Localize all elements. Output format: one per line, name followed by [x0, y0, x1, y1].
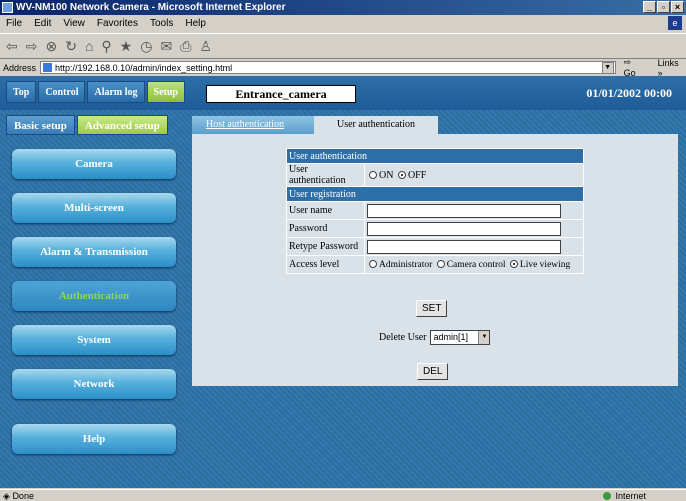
back-icon[interactable]: ⇦ [6, 38, 18, 55]
section-user-authentication: User authentication [286, 148, 584, 164]
window-title: WV-NM100 Network Camera - Microsoft Inte… [16, 2, 286, 13]
administrator-label: Administrator [379, 259, 433, 270]
setup-sidebar: Basic setup Advanced setup Camera Multi-… [0, 110, 186, 488]
delete-user-row: Delete User admin[1] ▼ [379, 330, 491, 345]
radio-auth-off[interactable] [397, 170, 406, 179]
user-auth-panel: User authentication User authentication … [192, 134, 678, 386]
camera-name: Entrance_camera [206, 85, 356, 103]
settings-pane: Host authentication User authentication … [186, 110, 686, 488]
links-button[interactable]: Links » [658, 58, 686, 78]
tab-host-authentication[interactable]: Host authentication [192, 116, 314, 134]
auth-off-label: OFF [407, 169, 427, 181]
search-icon[interactable]: ⚲ [101, 38, 111, 55]
security-zone: Internet [601, 490, 646, 501]
forward-icon[interactable]: ⇨ [26, 38, 38, 55]
tab-basic-setup[interactable]: Basic setup [6, 115, 75, 135]
address-bar: Address http://192.168.0.10/admin/index_… [0, 57, 686, 78]
close-icon[interactable]: × [671, 1, 684, 13]
mail-icon[interactable]: ✉ [160, 38, 172, 55]
delete-user-value: admin[1] [433, 332, 469, 342]
menu-bar: File Edit View Favorites Tools Help e [0, 15, 686, 32]
browser-toolbar: ⇦ ⇨ ⊗ ↻ ⌂ ⚲ ★ ◷ ✉ ⎙ ♙ [0, 33, 686, 59]
chevron-down-icon: ▼ [478, 331, 490, 344]
delete-user-select[interactable]: admin[1] ▼ [430, 330, 491, 345]
nav-authentication[interactable]: Authentication [12, 281, 176, 311]
set-button[interactable]: SET [416, 300, 448, 317]
tab-alarm-log[interactable]: Alarm log [87, 81, 145, 103]
menu-tools[interactable]: Tools [150, 18, 173, 29]
status-page-icon: ◈ [3, 491, 10, 501]
messenger-icon[interactable]: ♙ [199, 38, 212, 55]
favorites-icon[interactable]: ★ [120, 38, 133, 55]
window-title-bar: WV-NM100 Network Camera - Microsoft Inte… [0, 0, 686, 15]
live-viewing-label: Live viewing [519, 259, 571, 270]
auth-subtabs: Host authentication User authentication [192, 116, 438, 134]
section-user-registration: User registration [286, 186, 584, 202]
auth-on-label: ON [379, 169, 394, 181]
tab-top[interactable]: Top [6, 81, 37, 103]
auth-toggle: ON OFF [364, 163, 584, 187]
tab-advanced-setup[interactable]: Advanced setup [76, 115, 168, 135]
access-level-label: Access level [286, 255, 365, 274]
date-time: 01/01/2002 00:00 [586, 86, 672, 100]
top-tabs: Top Control Alarm log Setup [6, 81, 185, 103]
window-controls: _ ▫ × [643, 1, 684, 13]
password-label: Password [286, 219, 365, 238]
browser-viewport: Top Control Alarm log Setup Entrance_cam… [0, 76, 686, 488]
username-label: User name [286, 201, 365, 220]
menu-file[interactable]: File [6, 18, 22, 29]
radio-live-viewing[interactable] [509, 259, 518, 268]
address-label: Address [3, 62, 37, 73]
nav-multi-screen[interactable]: Multi-screen [12, 193, 176, 223]
windows-logo-icon: e [668, 16, 682, 30]
menu-help[interactable]: Help [185, 18, 206, 29]
home-icon[interactable]: ⌂ [85, 38, 93, 54]
menu-edit[interactable]: Edit [34, 18, 51, 29]
menu-favorites[interactable]: Favorites [97, 18, 138, 29]
nav-help[interactable]: Help [12, 424, 176, 454]
nav-alarm-transmission[interactable]: Alarm & Transmission [12, 237, 176, 267]
menu-view[interactable]: View [63, 18, 85, 29]
tab-user-authentication[interactable]: User authentication [314, 116, 438, 134]
ie-window-icon [2, 2, 13, 13]
nav-network[interactable]: Network [12, 369, 176, 399]
password-field[interactable] [367, 221, 561, 236]
username-field[interactable] [367, 203, 561, 218]
go-button[interactable]: ⇨ Go [624, 57, 646, 78]
radio-administrator[interactable] [369, 259, 377, 268]
tab-control[interactable]: Control [38, 81, 86, 103]
tab-setup[interactable]: Setup [146, 81, 185, 103]
auth-label: User authentication [286, 163, 365, 187]
refresh-icon[interactable]: ↻ [65, 38, 77, 55]
delete-user-label: Delete User [379, 332, 427, 343]
radio-auth-on[interactable] [369, 170, 377, 179]
nav-system[interactable]: System [12, 325, 176, 355]
retype-password-field[interactable] [367, 239, 561, 254]
nav-camera[interactable]: Camera [12, 149, 176, 179]
address-dropdown-icon[interactable]: ▼ [601, 61, 614, 74]
maximize-icon[interactable]: ▫ [657, 1, 670, 13]
page-icon [43, 63, 53, 72]
user-auth-form: User authentication User authentication … [286, 148, 584, 274]
status-bar: ◈ Done Internet [0, 489, 686, 501]
setup-tabs: Basic setup Advanced setup [6, 115, 168, 135]
links-label: Links [657, 57, 679, 68]
status-text: Done [12, 491, 34, 501]
history-icon[interactable]: ◷ [140, 38, 152, 55]
del-button[interactable]: DEL [417, 363, 449, 380]
print-icon[interactable]: ⎙ [180, 38, 191, 55]
address-url: http://192.168.0.10/admin/index_setting.… [55, 62, 233, 73]
camera-header: Top Control Alarm log Setup Entrance_cam… [0, 76, 686, 110]
retype-password-label: Retype Password [286, 237, 365, 256]
minimize-icon[interactable]: _ [643, 1, 656, 13]
radio-camera-control[interactable] [436, 259, 445, 268]
stop-icon[interactable]: ⊗ [45, 38, 57, 55]
camera-control-label: Camera control [446, 259, 506, 270]
address-input[interactable]: http://192.168.0.10/admin/index_setting.… [40, 61, 616, 74]
access-level-options: Administrator Camera control Live viewin… [364, 255, 584, 274]
